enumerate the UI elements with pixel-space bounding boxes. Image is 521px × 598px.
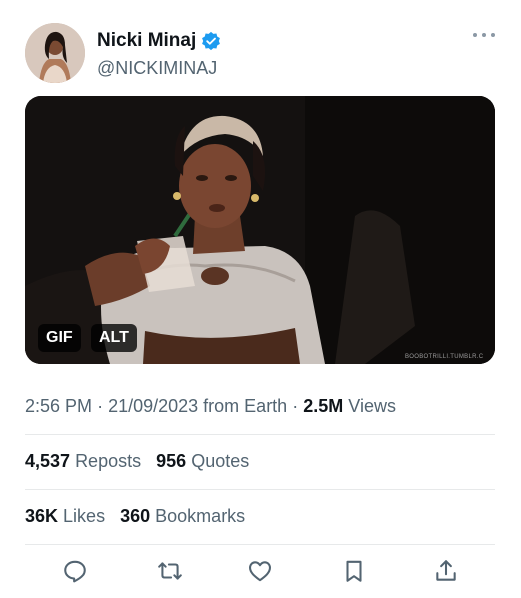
like-bookmark-stats: 36K Likes 360 Bookmarks [25,506,245,527]
more-options-icon[interactable] [473,33,495,41]
bookmarks-count: 360 [120,506,151,526]
display-name[interactable]: Nicki Minaj [97,30,196,52]
verified-badge-icon [202,31,221,51]
share-icon[interactable] [433,558,459,584]
bookmarks-link[interactable]: 360 Bookmarks [120,506,245,526]
quotes-count: 956 [156,451,187,471]
bookmarks-label: Bookmarks [155,506,246,526]
quotes-label: Quotes [191,451,250,471]
likes-link[interactable]: 36K Likes [25,506,105,526]
tweet-source: from Earth [203,396,288,416]
gif-badge: GIF [38,324,81,352]
divider [25,489,495,490]
divider [25,434,495,435]
repost-icon[interactable] [157,558,183,584]
reposts-label: Reposts [75,451,142,471]
reply-icon[interactable] [62,558,88,584]
meta-separator: · [292,396,304,416]
tweet-time[interactable]: 2:56 PM [25,396,92,416]
divider [25,544,495,545]
tweet-meta: 2:56 PM · 21/09/2023 from Earth · 2.5M V… [25,396,396,417]
handle[interactable]: @NICKIMINAJ [97,58,221,79]
tweet-date[interactable]: 21/09/2023 [108,396,198,416]
avatar[interactable] [25,23,85,83]
media-watermark: BOOBOTRILLI.TUMBLR.C [405,354,484,360]
like-icon[interactable] [247,558,273,584]
meta-separator: · [97,396,109,416]
reposts-link[interactable]: 4,537 Reposts [25,451,141,471]
likes-count: 36K [25,506,59,526]
author-names: Nicki Minaj @NICKIMINAJ [97,30,221,79]
reposts-count: 4,537 [25,451,71,471]
repost-quote-stats: 4,537 Reposts 956 Quotes [25,451,249,472]
quotes-link[interactable]: 956 Quotes [156,451,249,471]
views-count: 2.5M [303,396,344,416]
tweet-header: Nicki Minaj @NICKIMINAJ [25,23,495,85]
views-label: Views [348,396,396,416]
likes-label: Likes [63,506,106,526]
alt-text-button[interactable]: ALT [91,324,137,352]
action-bar [25,558,495,588]
bookmark-icon[interactable] [341,558,367,584]
